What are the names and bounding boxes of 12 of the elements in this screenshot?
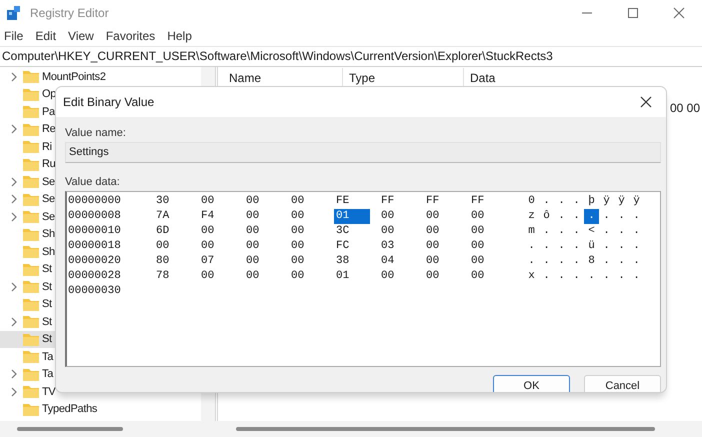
- table-cell: 00 00: [670, 101, 700, 115]
- field-label: Value data:: [65, 175, 121, 190]
- hex-address: 00000008: [68, 209, 122, 224]
- hex-address: 00000010: [68, 224, 122, 239]
- dialog-title: Edit Binary Value: [63, 95, 154, 109]
- hex-address: 00000018: [68, 239, 122, 254]
- window-title: Registry Editor: [30, 6, 109, 20]
- hex-address: 00000020: [68, 254, 122, 269]
- field-label: Value name:: [65, 126, 127, 141]
- hex-address: 00000030: [68, 284, 122, 299]
- hex-address: 00000000: [68, 194, 122, 209]
- hex-address: 00000028: [68, 269, 122, 284]
